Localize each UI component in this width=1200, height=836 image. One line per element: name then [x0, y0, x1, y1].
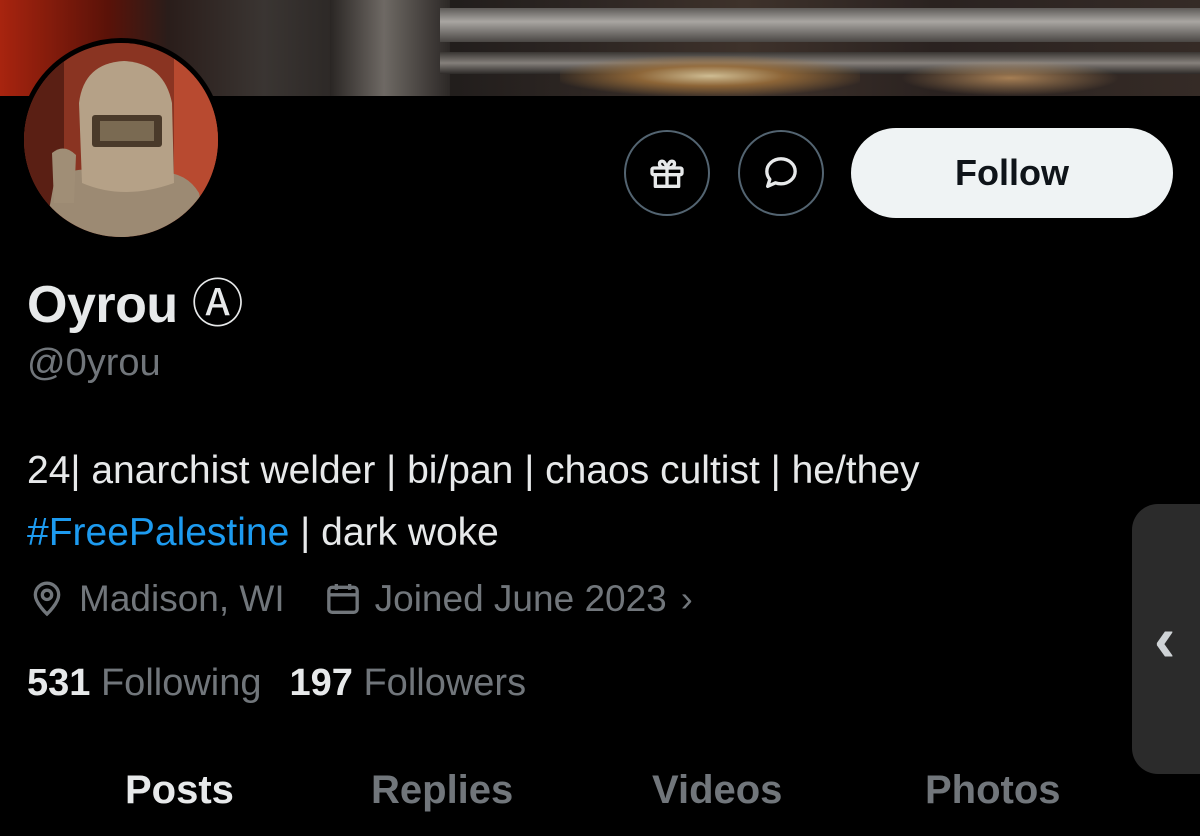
tab-posts[interactable]: Posts — [125, 768, 234, 813]
profile-bio: 24| anarchist welder | bi/pan | chaos cu… — [27, 440, 1117, 564]
name-badge: Ⓐ — [191, 276, 244, 334]
tab-photos[interactable]: Photos — [925, 768, 1061, 813]
profile-tabs: Posts Replies Videos Photos — [0, 768, 1200, 836]
joined-text: Joined June 2023 — [374, 578, 667, 619]
chevron-right-icon: › — [680, 578, 693, 619]
followers-label: Followers — [363, 662, 527, 704]
display-name: Oyrou Ⓐ — [27, 262, 244, 337]
banner-beam — [440, 8, 1200, 42]
banner-glow-secondary — [900, 60, 1120, 96]
location-text: Madison, WI — [79, 578, 285, 619]
bio-rest: | dark woke — [289, 511, 499, 554]
gift-icon — [650, 159, 684, 188]
banner-post — [330, 0, 450, 96]
tab-videos[interactable]: Videos — [652, 768, 782, 813]
display-name-text: Oyrou — [27, 276, 178, 334]
avatar-image — [24, 43, 218, 237]
gift-button[interactable] — [624, 130, 710, 216]
bio-line-2: #FreePalestine | dark woke — [27, 502, 1117, 564]
avatar[interactable] — [19, 38, 223, 242]
following-label: Following — [100, 662, 262, 704]
side-panel-handle[interactable]: ‹ — [1132, 504, 1200, 774]
profile-meta: Madison, WI Joined June 2023 › — [27, 578, 693, 620]
location-pin-icon — [33, 581, 61, 617]
followers-link[interactable]: 197 Followers — [290, 662, 527, 704]
bio-line-1: 24| anarchist welder | bi/pan | chaos cu… — [27, 449, 920, 492]
following-count: 531 — [27, 662, 91, 704]
follow-button[interactable]: Follow — [851, 128, 1173, 218]
join-date[interactable]: Joined June 2023 › — [323, 578, 693, 620]
message-icon — [765, 157, 797, 188]
followers-count: 197 — [289, 662, 353, 704]
hashtag-link[interactable]: #FreePalestine — [27, 511, 289, 554]
user-handle: @0yrou — [27, 342, 161, 384]
following-link[interactable]: 531 Following — [27, 662, 262, 704]
chevron-left-icon: ‹ — [1154, 603, 1176, 675]
calendar-icon — [326, 584, 359, 614]
follow-stats: 531 Following 197 Followers — [27, 662, 526, 705]
tab-replies[interactable]: Replies — [371, 768, 513, 813]
location: Madison, WI — [27, 578, 285, 620]
banner-glow — [560, 56, 860, 96]
follow-button-label: Follow — [955, 152, 1069, 193]
message-button[interactable] — [738, 130, 824, 216]
